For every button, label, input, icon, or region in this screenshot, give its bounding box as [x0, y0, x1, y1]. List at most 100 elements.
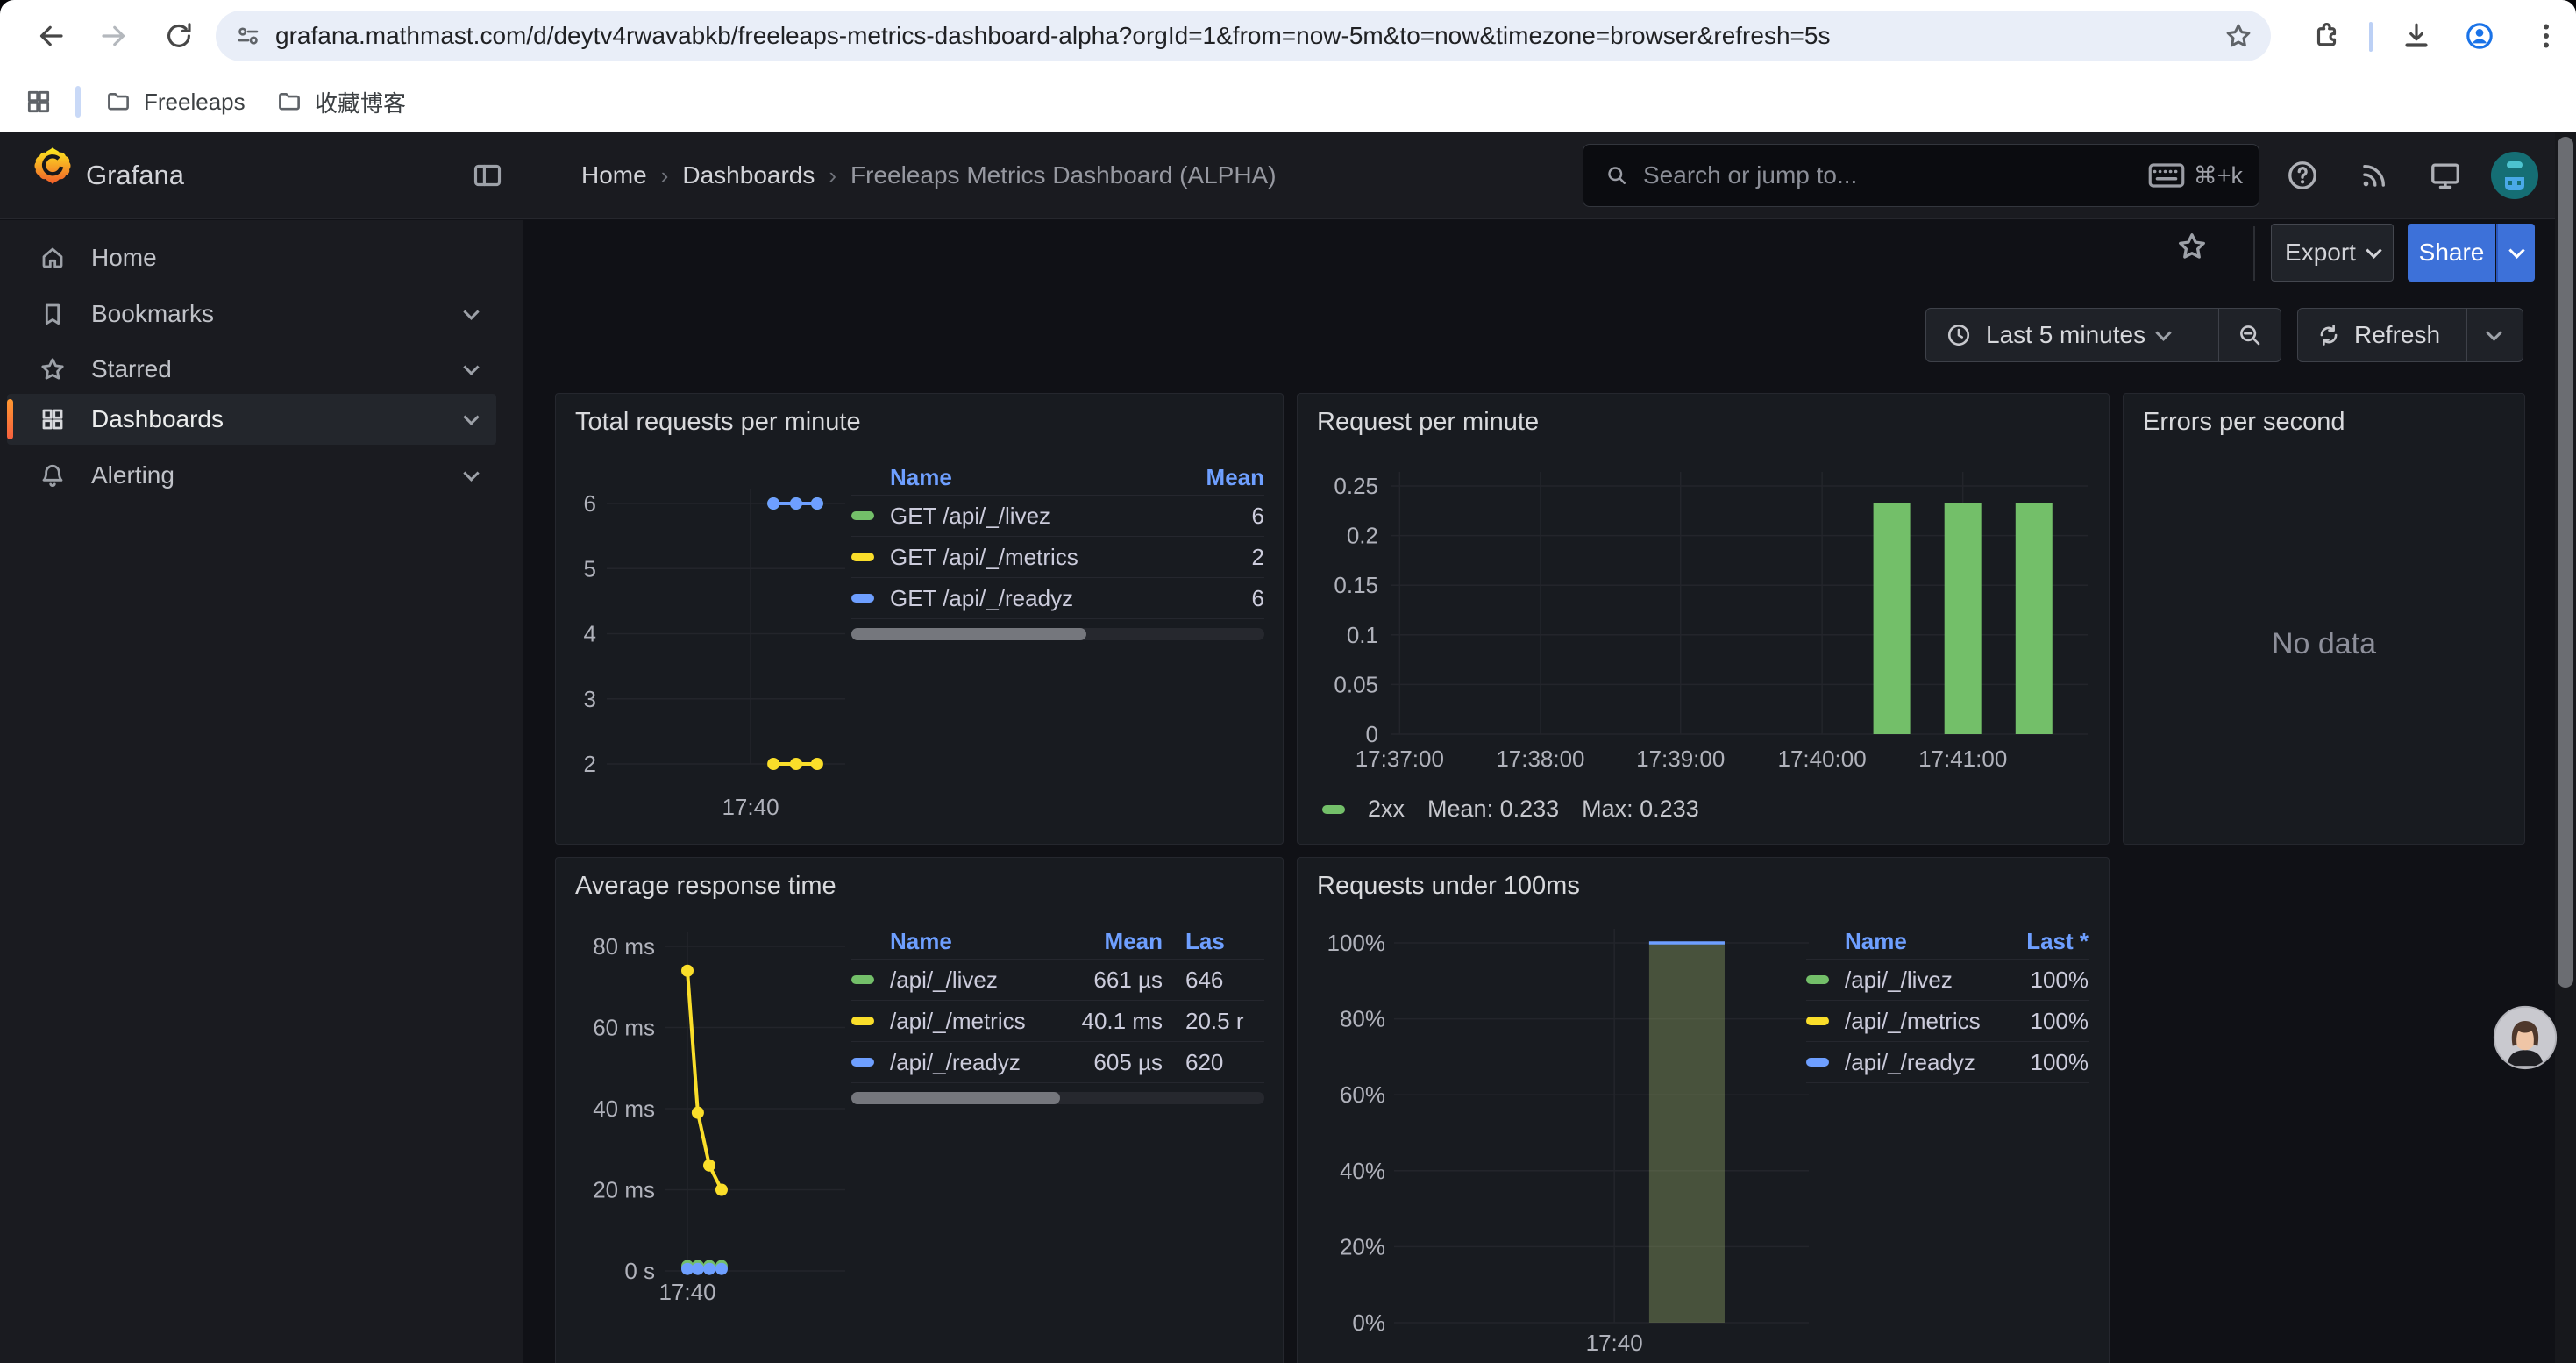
legend-mean: 605 µs — [1040, 1049, 1163, 1076]
sidebar-item-dashboards[interactable]: Dashboards — [7, 394, 496, 445]
legend-row[interactable]: /api/_/metrics40.1 ms20.5 r — [851, 1001, 1264, 1042]
site-settings-icon[interactable] — [235, 23, 261, 49]
floating-assistant-avatar[interactable] — [2492, 1004, 2558, 1071]
legend-mean: 40.1 ms — [1040, 1008, 1163, 1035]
sidebar-item-starred[interactable]: Starred — [7, 344, 496, 395]
sidebar-item-home[interactable]: Home — [7, 232, 496, 283]
legend-name: /api/_/readyz — [890, 1049, 1040, 1076]
breadcrumb: Home › Dashboards › Freeleaps Metrics Da… — [581, 132, 1277, 219]
svg-text:17:40: 17:40 — [1586, 1330, 1643, 1356]
column-header[interactable]: Name — [890, 928, 1040, 955]
series-color-pill — [1806, 1058, 1829, 1067]
profile-icon[interactable] — [2464, 20, 2495, 52]
legend-scrollbar[interactable] — [851, 1092, 1264, 1104]
share-button[interactable]: Share — [2408, 224, 2495, 282]
folder-icon — [276, 89, 302, 115]
column-header[interactable]: Mean — [1040, 928, 1163, 955]
panel-title[interactable]: Requests under 100ms — [1317, 872, 1580, 901]
legend-series: 2xx — [1368, 796, 1405, 823]
breadcrumb-home[interactable]: Home — [581, 161, 647, 189]
svg-text:17:40:00: 17:40:00 — [1777, 746, 1866, 772]
bookmark-folder-blogs[interactable]: 收藏博客 — [276, 72, 406, 132]
refresh-icon — [2316, 322, 2342, 348]
chevron-down-icon — [2155, 325, 2171, 340]
column-header[interactable]: Last * — [1987, 928, 2089, 955]
panel-title[interactable]: Total requests per minute — [575, 408, 861, 437]
column-header[interactable]: Las — [1163, 928, 1264, 955]
back-icon[interactable] — [35, 20, 67, 52]
legend-table-header: NameLast * — [1806, 924, 2089, 960]
search-icon — [1605, 163, 1629, 188]
svg-text:0.05: 0.05 — [1334, 671, 1378, 697]
forward-icon[interactable] — [98, 20, 130, 52]
reload-icon[interactable] — [163, 20, 195, 52]
breadcrumb-dashboards[interactable]: Dashboards — [682, 161, 815, 189]
sidebar-item-bookmarks[interactable]: Bookmarks — [7, 289, 496, 339]
legend-scrollbar-thumb[interactable] — [851, 628, 1086, 640]
news-rss-icon[interactable] — [2358, 159, 2391, 192]
legend-row[interactable]: GET /api/_/livez6 — [851, 496, 1264, 537]
legend-row[interactable]: /api/_/livez661 µs646 — [851, 960, 1264, 1001]
legend-row[interactable]: GET /api/_/readyz6 — [851, 578, 1264, 619]
time-range-picker[interactable]: Last 5 minutes — [1925, 308, 2281, 362]
legend-last: 646 — [1163, 967, 1264, 994]
download-icon[interactable] — [2401, 20, 2432, 52]
page-scrollbar-thumb[interactable] — [2558, 137, 2573, 988]
bookmark-folder-freeleaps[interactable]: Freeleaps — [105, 72, 246, 132]
column-header[interactable]: Mean — [1142, 464, 1264, 491]
url-bar[interactable]: grafana.mathmast.com/d/deytv4rwavabkb/fr… — [216, 11, 2271, 61]
chevron-down-icon[interactable] — [2486, 325, 2501, 340]
search-input[interactable]: Search or jump to... ⌘+k — [1583, 144, 2259, 207]
legend-scrollbar-thumb[interactable] — [851, 1092, 1060, 1104]
time-range-label: Last 5 minutes — [1986, 321, 2145, 349]
chevron-down-icon[interactable] — [463, 359, 479, 375]
legend-row[interactable]: /api/_/livez100% — [1806, 960, 2089, 1001]
bookmarks-separator — [75, 86, 81, 118]
chevron-down-icon[interactable] — [463, 465, 479, 481]
help-icon[interactable] — [2286, 159, 2319, 192]
svg-text:0 s: 0 s — [624, 1258, 655, 1284]
chevron-down-icon[interactable] — [463, 303, 479, 319]
svg-text:2: 2 — [584, 751, 596, 777]
legend-mean: Mean: 0.233 — [1427, 796, 1559, 823]
column-header[interactable]: Name — [1845, 928, 1987, 955]
legend-row[interactable]: /api/_/readyz605 µs620 — [851, 1042, 1264, 1083]
legend-row[interactable]: GET /api/_/metrics2 — [851, 537, 1264, 578]
sidebar-toggle-icon[interactable] — [472, 160, 503, 191]
panel-title[interactable]: Errors per second — [2143, 408, 2345, 437]
column-header[interactable]: Name — [890, 464, 1142, 491]
zoom-out-icon[interactable] — [2237, 322, 2263, 348]
legend-mean: 661 µs — [1040, 967, 1163, 994]
bookmark-star-icon[interactable] — [2224, 21, 2253, 51]
url-text[interactable]: grafana.mathmast.com/d/deytv4rwavabkb/fr… — [275, 22, 2213, 50]
extensions-icon[interactable] — [2309, 20, 2341, 52]
grafana-logo[interactable] — [32, 146, 74, 188]
brand-text[interactable]: Grafana — [86, 132, 184, 219]
legend-table: NameMean GET /api/_/livez6GET /api/_/metr… — [851, 460, 1264, 640]
sidebar-item-alerting[interactable]: Alerting — [7, 450, 496, 501]
bookmark-icon — [39, 300, 67, 328]
apps-grid-icon[interactable] — [25, 88, 53, 116]
favorite-star-icon[interactable] — [2175, 230, 2209, 263]
refresh-button[interactable]: Refresh — [2297, 308, 2523, 362]
user-avatar[interactable] — [2490, 151, 2539, 200]
legend-scrollbar[interactable] — [851, 628, 1264, 640]
svg-text:17:40: 17:40 — [722, 794, 779, 820]
panel-title[interactable]: Average response time — [575, 872, 836, 901]
svg-text:0.15: 0.15 — [1334, 572, 1378, 598]
legend-row[interactable]: /api/_/metrics100% — [1806, 1001, 2089, 1042]
chart-legend[interactable]: 2xx Mean: 0.233 Max: 0.233 — [1322, 796, 1699, 823]
share-dropdown-button[interactable] — [2496, 224, 2535, 282]
legend-row[interactable]: /api/_/readyz100% — [1806, 1042, 2089, 1083]
export-button[interactable]: Export — [2271, 224, 2394, 282]
chevron-down-icon[interactable] — [463, 409, 479, 425]
svg-text:17:37:00: 17:37:00 — [1356, 746, 1444, 772]
panel-title[interactable]: Request per minute — [1317, 408, 1539, 437]
search-shortcut: ⌘+k — [2194, 162, 2243, 189]
breadcrumb-separator: › — [647, 162, 683, 189]
chevron-down-icon — [2366, 242, 2381, 258]
star-icon — [39, 355, 67, 383]
legend-name: /api/_/readyz — [1845, 1049, 1987, 1076]
menu-dots-icon[interactable] — [2530, 20, 2562, 52]
monitor-icon[interactable] — [2429, 159, 2462, 192]
